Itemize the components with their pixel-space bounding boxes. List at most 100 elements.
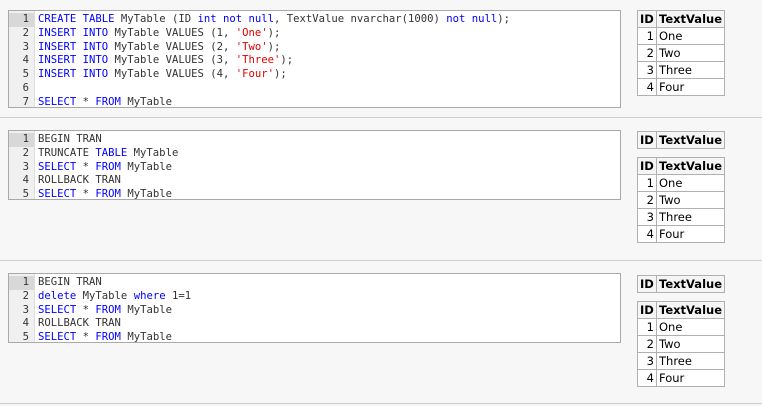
sql-text: MyTable xyxy=(120,160,172,173)
sql-text: MyTable VALUES (2, xyxy=(108,40,236,53)
code-text: SELECT * FROM MyTable xyxy=(38,95,172,108)
column-header: ID xyxy=(637,10,657,28)
code-line[interactable]: 5 INSERT INTO MyTable VALUES (4, 'Four'); xyxy=(9,68,620,82)
code-line[interactable]: 5 SELECT * FROM MyTable xyxy=(9,188,620,200)
line-number: 5 xyxy=(22,188,29,200)
sql-text: TRUNCATE xyxy=(38,146,96,159)
cell-textvalue: One xyxy=(656,318,725,336)
sql-text: MyTable VALUES (3, xyxy=(108,54,236,67)
query-section-1: 1 CREATE TABLE MyTable (ID int not null, … xyxy=(0,0,762,118)
line-number: 1 xyxy=(9,13,34,27)
sql-text: MyTable xyxy=(120,303,172,316)
code-text: delete MyTable where 1=1 xyxy=(38,290,191,304)
code-line[interactable]: 7 SELECT * FROM MyTable xyxy=(9,95,620,108)
sql-keyword: FROM xyxy=(95,188,121,200)
sql-text: ROLLBACK TRAN xyxy=(38,317,121,330)
code-line[interactable]: 4 ROLLBACK TRAN xyxy=(9,174,620,188)
code-line[interactable]: 1 CREATE TABLE MyTable (ID int not null, … xyxy=(9,13,620,27)
sql-string: 'One' xyxy=(235,26,268,39)
code-text: INSERT INTO MyTable VALUES (2, 'Two'); xyxy=(38,41,280,55)
sql-keyword: CREATE TABLE xyxy=(38,13,115,25)
sql-keyword: FROM xyxy=(95,303,121,316)
column-header: ID xyxy=(637,131,657,149)
table-row: 3 Three xyxy=(637,352,725,370)
query-section-2: 1 BEGIN TRAN 2 TRUNCATE TABLE MyTable 3 SELEC… xyxy=(0,118,762,261)
line-number: 4 xyxy=(22,54,29,67)
cell-id: 1 xyxy=(637,318,657,336)
sql-keyword: FROM xyxy=(95,331,121,343)
sql-text: MyTable (ID xyxy=(114,13,198,25)
sql-editor-3[interactable]: 1 BEGIN TRAN 2 delete MyTable where 1=1 3 SEL… xyxy=(8,273,621,343)
code-line[interactable]: 2 TRUNCATE TABLE MyTable xyxy=(9,147,620,161)
sql-text: , TextValue nvarchar(1000) xyxy=(274,13,447,25)
code-text: BEGIN TRAN xyxy=(38,133,102,147)
code-text: INSERT INTO MyTable VALUES (3, 'Three'); xyxy=(38,54,293,68)
table-row: 4 Four xyxy=(637,369,725,387)
sql-keyword: FROM xyxy=(95,160,121,173)
cell-textvalue: Two xyxy=(656,44,725,62)
code-line[interactable]: 4 ROLLBACK TRAN xyxy=(9,317,620,331)
code-line[interactable]: 3 SELECT * FROM MyTable xyxy=(9,304,620,318)
column-header: ID xyxy=(637,301,657,319)
sql-text: MyTable VALUES (1, xyxy=(108,26,236,39)
table-row: 2 Two xyxy=(637,191,725,209)
code-text: ROLLBACK TRAN xyxy=(38,317,121,331)
cell-id: 3 xyxy=(637,208,657,226)
line-number: 2 xyxy=(22,289,29,302)
line-number: 2 xyxy=(22,146,29,159)
header-row: ID TextValue xyxy=(637,10,725,28)
code-line[interactable]: 2 INSERT INTO MyTable VALUES (1, 'One'); xyxy=(9,27,620,41)
sql-keyword: SELECT xyxy=(38,331,77,343)
sql-keyword: SELECT xyxy=(38,95,77,108)
line-number: 2 xyxy=(22,26,29,39)
sql-keyword: SELECT xyxy=(38,303,77,316)
code-line[interactable]: 4 INSERT INTO MyTable VALUES (3, 'Three')… xyxy=(9,54,620,68)
code-text: INSERT INTO MyTable VALUES (4, 'Four'); xyxy=(38,68,287,82)
header-row: ID TextValue xyxy=(637,275,725,293)
cell-id: 2 xyxy=(637,44,657,62)
cell-id: 2 xyxy=(637,191,657,209)
sql-text: * xyxy=(76,331,96,343)
results-panel-1: ID TextValue 1 One 2 Two 3 Three 4 Four xyxy=(637,10,725,104)
code-line[interactable]: 3 INSERT INTO MyTable VALUES (2, 'Two'); xyxy=(9,41,620,55)
column-header: TextValue xyxy=(656,10,725,28)
code-line[interactable]: 5 SELECT * FROM MyTable xyxy=(9,331,620,343)
sql-text: BEGIN TRAN xyxy=(38,276,102,288)
cell-id: 4 xyxy=(637,78,657,96)
code-line[interactable]: 1 BEGIN TRAN xyxy=(9,133,620,147)
sql-text: MyTable xyxy=(120,95,172,108)
cell-textvalue: Four xyxy=(656,78,725,96)
cell-id: 4 xyxy=(637,225,657,243)
code-text: SELECT * FROM MyTable xyxy=(38,188,172,200)
code-line[interactable]: 3 SELECT * FROM MyTable xyxy=(9,161,620,175)
line-number: 6 xyxy=(22,81,29,94)
table-row: 3 Three xyxy=(637,208,725,226)
result-table: ID TextValue xyxy=(637,131,725,149)
cell-textvalue: Three xyxy=(656,352,725,370)
code-text: BEGIN TRAN xyxy=(38,276,102,290)
sql-text: MyTable xyxy=(127,146,179,159)
code-line[interactable]: 6 xyxy=(9,82,620,96)
sql-editor-1[interactable]: 1 CREATE TABLE MyTable (ID int not null, … xyxy=(8,10,621,108)
code-line[interactable]: 1 BEGIN TRAN xyxy=(9,276,620,290)
table-row: 1 One xyxy=(637,318,725,336)
sql-string: 'Three' xyxy=(235,54,281,67)
column-header: TextValue xyxy=(656,275,725,293)
result-table: ID TextValue 1 One 2 Two 3 Three 4 Four xyxy=(637,301,725,387)
cell-id: 3 xyxy=(637,352,657,370)
results-panel-3: ID TextValue ID TextValue 1 One 2 Two 3 Three 4 Fou… xyxy=(637,275,725,395)
sql-text: ); xyxy=(280,54,294,67)
sql-text: ); xyxy=(267,40,281,53)
line-number: 1 xyxy=(9,133,34,147)
cell-textvalue: One xyxy=(656,27,725,45)
column-header: TextValue xyxy=(656,157,725,175)
sql-editor-2[interactable]: 1 BEGIN TRAN 2 TRUNCATE TABLE MyTable 3 SELEC… xyxy=(8,130,621,200)
query-section-3: 1 BEGIN TRAN 2 delete MyTable where 1=1 3 SEL… xyxy=(0,261,762,404)
sql-keyword: delete xyxy=(38,289,77,302)
line-number: 1 xyxy=(9,276,34,290)
sql-text: ); xyxy=(497,13,511,25)
code-text: ROLLBACK TRAN xyxy=(38,174,121,188)
sql-text: MyTable xyxy=(76,289,134,302)
code-line[interactable]: 2 delete MyTable where 1=1 xyxy=(9,290,620,304)
code-text: SELECT * FROM MyTable xyxy=(38,161,172,175)
